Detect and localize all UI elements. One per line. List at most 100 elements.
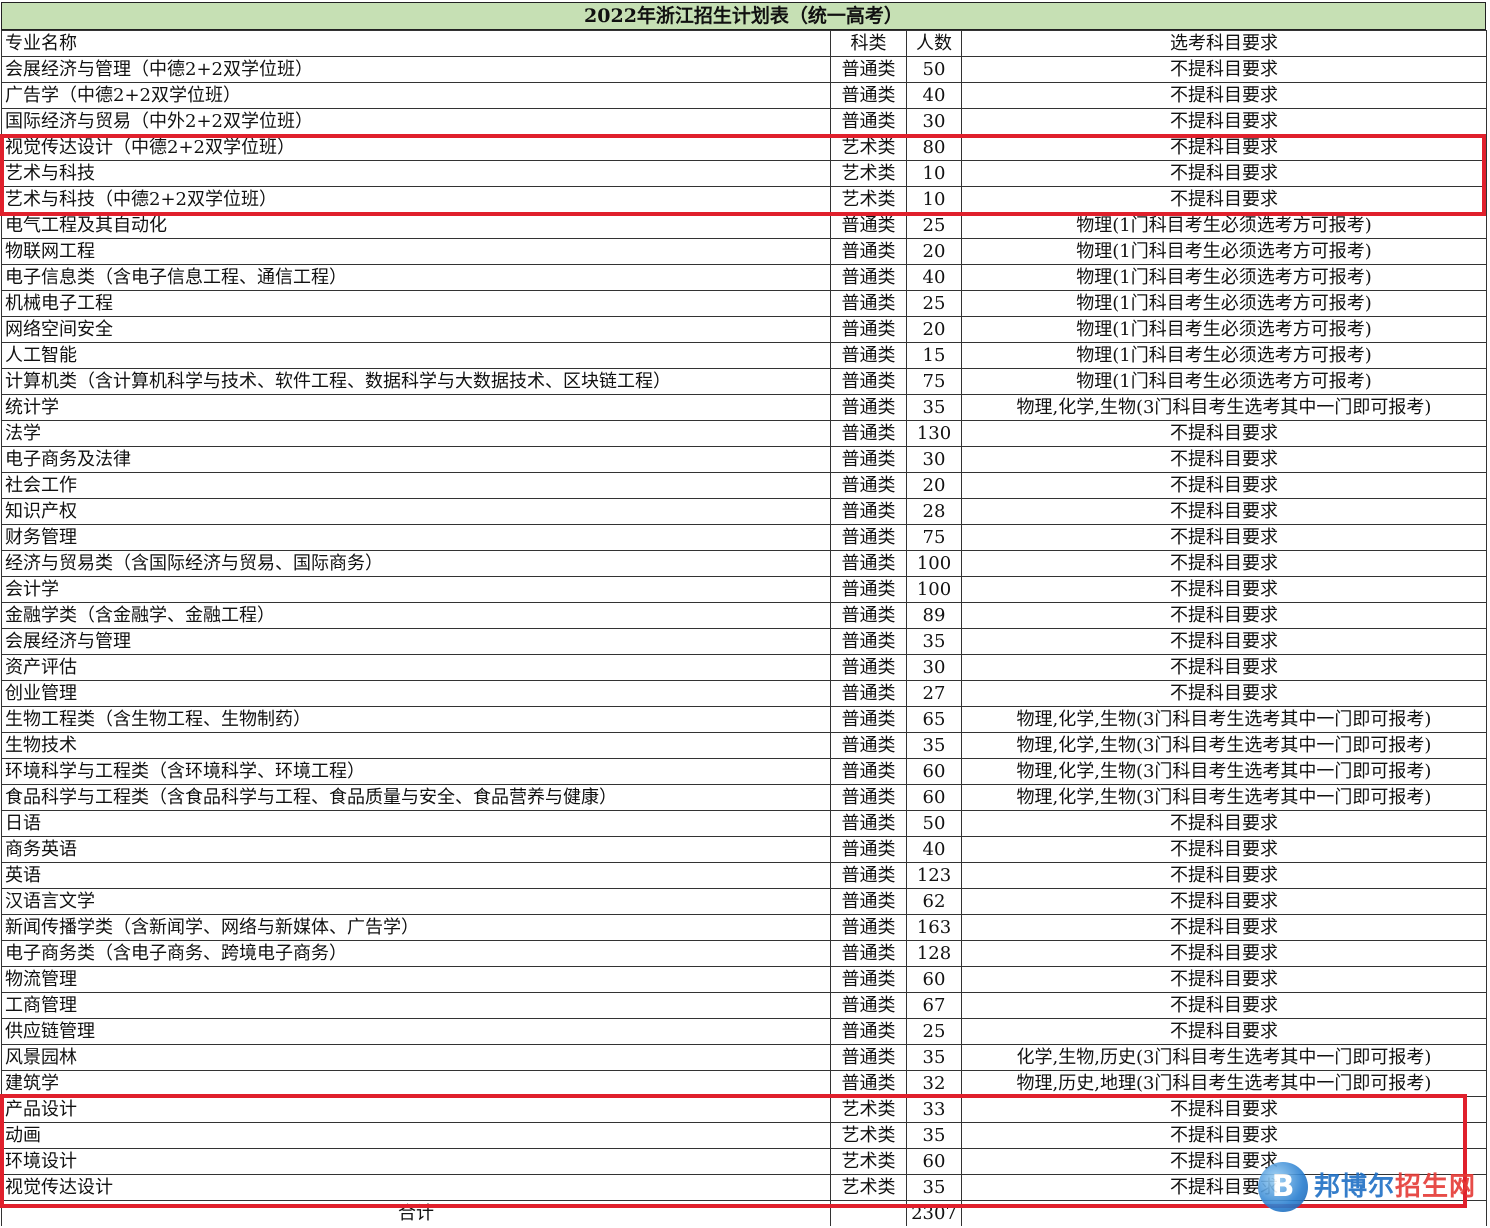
cell-requirement: 不提科目要求 bbox=[961, 160, 1487, 187]
cell-requirement: 物理,化学,生物(3门科目考生选考其中一门即可报考) bbox=[961, 706, 1487, 733]
table-row: 日语 普通类 50 不提科目要求 bbox=[1, 810, 1487, 837]
cell-category: 普通类 bbox=[830, 576, 907, 603]
cell-requirement: 物理,化学,生物(3门科目考生选考其中一门即可报考) bbox=[961, 758, 1487, 785]
cell-category: 普通类 bbox=[830, 498, 907, 525]
cell-category: 普通类 bbox=[830, 940, 907, 967]
cell-major-name: 视觉传达设计（中德2+2双学位班） bbox=[1, 134, 831, 161]
cell-requirement: 不提科目要求 bbox=[961, 524, 1487, 551]
table-row: 统计学 普通类 35 物理,化学,生物(3门科目考生选考其中一门即可报考) bbox=[1, 394, 1487, 421]
cell-count: 35 bbox=[906, 1174, 962, 1201]
cell-count: 10 bbox=[906, 186, 962, 213]
cell-requirement: 不提科目要求 bbox=[961, 1018, 1487, 1045]
cell-requirement: 不提科目要求 bbox=[961, 680, 1487, 707]
cell-category: 艺术类 bbox=[830, 1174, 907, 1201]
cell-category: 艺术类 bbox=[830, 134, 907, 161]
cell-count: 35 bbox=[906, 732, 962, 759]
cell-count: 75 bbox=[906, 524, 962, 551]
header-category: 科类 bbox=[830, 30, 907, 57]
cell-major-name: 会展经济与管理 bbox=[1, 628, 831, 655]
cell-requirement: 物理,化学,生物(3门科目考生选考其中一门即可报考) bbox=[961, 784, 1487, 811]
cell-major-name: 风景园林 bbox=[1, 1044, 831, 1071]
table-row: 创业管理 普通类 27 不提科目要求 bbox=[1, 680, 1487, 707]
cell-category: 普通类 bbox=[830, 108, 907, 135]
cell-major-name: 生物工程类（含生物工程、生物制药） bbox=[1, 706, 831, 733]
cell-requirement: 物理(1门科目考生必须选考方可报考) bbox=[961, 212, 1487, 239]
cell-category: 普通类 bbox=[830, 420, 907, 447]
cell-requirement: 物理,化学,生物(3门科目考生选考其中一门即可报考) bbox=[961, 394, 1487, 421]
cell-category: 普通类 bbox=[830, 680, 907, 707]
plan-table: 专业名称 科类 人数 选考科目要求 会展经济与管理（中德2+2双学位班） 普通类 5… bbox=[1, 30, 1487, 1226]
cell-major-name: 食品科学与工程类（含食品科学与工程、食品质量与安全、食品营养与健康） bbox=[1, 784, 831, 811]
cell-category: 艺术类 bbox=[830, 186, 907, 213]
cell-major-name: 法学 bbox=[1, 420, 831, 447]
table-row: 生物工程类（含生物工程、生物制药） 普通类 65 物理,化学,生物(3门科目考生选考其… bbox=[1, 706, 1487, 733]
header-major: 专业名称 bbox=[1, 30, 831, 57]
cell-count: 25 bbox=[906, 212, 962, 239]
cell-requirement: 物理,化学,生物(3门科目考生选考其中一门即可报考) bbox=[961, 732, 1487, 759]
cell-category: 普通类 bbox=[830, 966, 907, 993]
table-row: 电子商务类（含电子商务、跨境电子商务） 普通类 128 不提科目要求 bbox=[1, 940, 1487, 967]
table-row: 工商管理 普通类 67 不提科目要求 bbox=[1, 992, 1487, 1019]
cell-major-name: 经济与贸易类（含国际经济与贸易、国际商务） bbox=[1, 550, 831, 577]
cell-requirement: 物理(1门科目考生必须选考方可报考) bbox=[961, 264, 1487, 291]
table-row: 社会工作 普通类 20 不提科目要求 bbox=[1, 472, 1487, 499]
cell-count: 35 bbox=[906, 394, 962, 421]
cell-count: 60 bbox=[906, 966, 962, 993]
table-row: 机械电子工程 普通类 25 物理(1门科目考生必须选考方可报考) bbox=[1, 290, 1487, 317]
cell-requirement: 不提科目要求 bbox=[961, 1096, 1487, 1123]
table-row: 供应链管理 普通类 25 不提科目要求 bbox=[1, 1018, 1487, 1045]
cell-requirement: 不提科目要求 bbox=[961, 940, 1487, 967]
cell-major-name: 广告学（中德2+2双学位班） bbox=[1, 82, 831, 109]
cell-category: 普通类 bbox=[830, 290, 907, 317]
cell-requirement: 不提科目要求 bbox=[961, 186, 1487, 213]
cell-category: 艺术类 bbox=[830, 1096, 907, 1123]
sheet-title: 2022年浙江招生计划表（统一高考） bbox=[1, 2, 1486, 30]
cell-category: 普通类 bbox=[830, 836, 907, 863]
cell-count: 75 bbox=[906, 368, 962, 395]
cell-requirement: 不提科目要求 bbox=[961, 1148, 1487, 1175]
cell-count: 40 bbox=[906, 82, 962, 109]
cell-count: 35 bbox=[906, 628, 962, 655]
cell-category: 普通类 bbox=[830, 992, 907, 1019]
cell-major-name: 知识产权 bbox=[1, 498, 831, 525]
table-row: 新闻传播学类（含新闻学、网络与新媒体、广告学） 普通类 163 不提科目要求 bbox=[1, 914, 1487, 941]
cell-count: 65 bbox=[906, 706, 962, 733]
cell-requirement: 不提科目要求 bbox=[961, 654, 1487, 681]
cell-major-name: 供应链管理 bbox=[1, 1018, 831, 1045]
cell-requirement: 不提科目要求 bbox=[961, 134, 1487, 161]
cell-major-name: 资产评估 bbox=[1, 654, 831, 681]
cell-count: 62 bbox=[906, 888, 962, 915]
cell-category: 普通类 bbox=[830, 394, 907, 421]
cell-major-name: 计算机类（含计算机科学与技术、软件工程、数据科学与大数据技术、区块链工程） bbox=[1, 368, 831, 395]
table-row: 环境设计 艺术类 60 不提科目要求 bbox=[1, 1148, 1487, 1175]
cell-category: 普通类 bbox=[830, 1044, 907, 1071]
cell-category: 普通类 bbox=[830, 602, 907, 629]
table-row: 艺术与科技 艺术类 10 不提科目要求 bbox=[1, 160, 1487, 187]
cell-category: 普通类 bbox=[830, 368, 907, 395]
table-row: 计算机类（含计算机科学与技术、软件工程、数据科学与大数据技术、区块链工程） 普通类… bbox=[1, 368, 1487, 395]
table-row: 艺术与科技（中德2+2双学位班） 艺术类 10 不提科目要求 bbox=[1, 186, 1487, 213]
cell-count: 123 bbox=[906, 862, 962, 889]
cell-requirement: 不提科目要求 bbox=[961, 576, 1487, 603]
cell-requirement: 不提科目要求 bbox=[961, 446, 1487, 473]
cell-requirement: 不提科目要求 bbox=[961, 810, 1487, 837]
cell-requirement: 不提科目要求 bbox=[961, 992, 1487, 1019]
cell-count: 40 bbox=[906, 836, 962, 863]
cell-category: 普通类 bbox=[830, 888, 907, 915]
table-row: 国际经济与贸易（中外2+2双学位班） 普通类 30 不提科目要求 bbox=[1, 108, 1487, 135]
cell-count: 20 bbox=[906, 238, 962, 265]
cell-requirement: 化学,生物,历史(3门科目考生选考其中一门即可报考) bbox=[961, 1044, 1487, 1071]
cell-major-name: 物流管理 bbox=[1, 966, 831, 993]
total-label: 合计 bbox=[1, 1200, 831, 1226]
cell-count: 30 bbox=[906, 654, 962, 681]
cell-count: 30 bbox=[906, 446, 962, 473]
table-row: 金融学类（含金融学、金融工程） 普通类 89 不提科目要求 bbox=[1, 602, 1487, 629]
cell-major-name: 艺术与科技（中德2+2双学位班） bbox=[1, 186, 831, 213]
table-row: 知识产权 普通类 28 不提科目要求 bbox=[1, 498, 1487, 525]
table-row: 产品设计 艺术类 33 不提科目要求 bbox=[1, 1096, 1487, 1123]
table-row: 视觉传达设计 艺术类 35 不提科目要求 bbox=[1, 1174, 1487, 1201]
cell-major-name: 艺术与科技 bbox=[1, 160, 831, 187]
cell-major-name: 汉语言文学 bbox=[1, 888, 831, 915]
table-row: 生物技术 普通类 35 物理,化学,生物(3门科目考生选考其中一门即可报考) bbox=[1, 732, 1487, 759]
cell-major-name: 物联网工程 bbox=[1, 238, 831, 265]
